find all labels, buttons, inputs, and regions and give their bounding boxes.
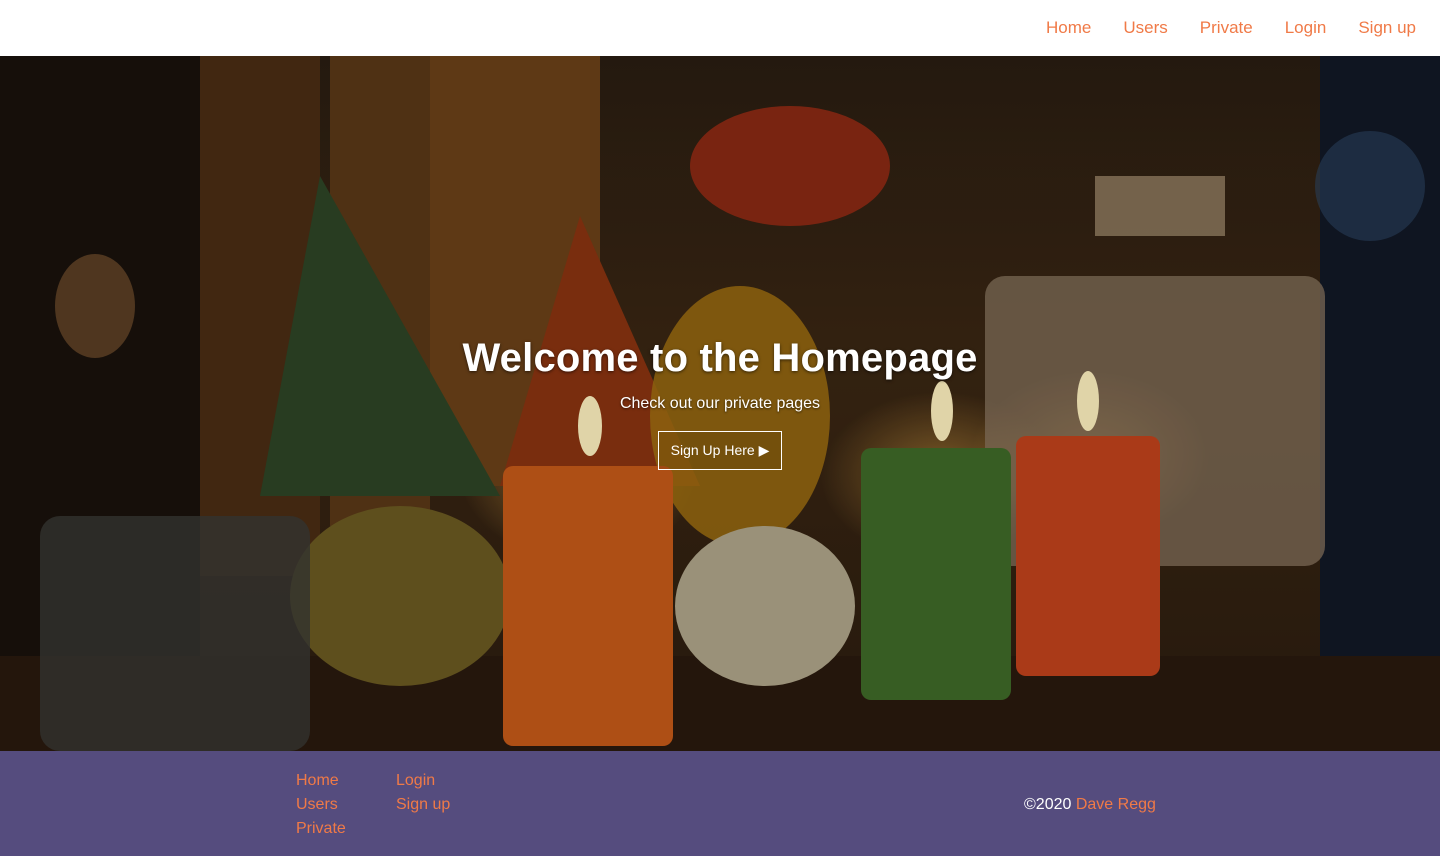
hero-subtitle: Check out our private pages xyxy=(619,395,821,412)
play-arrow-icon: ▶ xyxy=(758,442,770,458)
nav-login-link[interactable]: Login xyxy=(1285,18,1327,38)
footer: Home Users Private Login Sign up ©2020 D… xyxy=(0,751,1440,856)
nav-home-link[interactable]: Home xyxy=(1046,18,1091,38)
footer-signup-link[interactable]: Sign up xyxy=(396,793,450,817)
author-link[interactable]: Dave Regg xyxy=(1076,796,1156,813)
footer-private-link[interactable]: Private xyxy=(296,817,346,841)
copyright-year: ©2020 xyxy=(1024,796,1072,813)
top-navigation: Home Users Private Login Sign up xyxy=(0,0,1440,56)
nav-signup-link[interactable]: Sign up xyxy=(1358,18,1416,38)
footer-links-column-1: Home Users Private xyxy=(296,769,346,841)
nav-users-link[interactable]: Users xyxy=(1123,18,1167,38)
copyright: ©2020 Dave Regg xyxy=(1024,793,1156,817)
hero-content: Welcome to the Homepage Check out our pr… xyxy=(0,336,1440,470)
nav-private-link[interactable]: Private xyxy=(1200,18,1253,38)
hero-banner: Welcome to the Homepage Check out our pr… xyxy=(0,56,1440,751)
signup-here-label: Sign Up Here xyxy=(670,442,755,458)
hero-title: Welcome to the Homepage xyxy=(462,336,978,380)
footer-users-link[interactable]: Users xyxy=(296,793,346,817)
footer-links-column-2: Login Sign up xyxy=(396,769,450,817)
signup-here-button[interactable]: Sign Up Here ▶ xyxy=(657,431,783,470)
footer-home-link[interactable]: Home xyxy=(296,769,346,793)
footer-login-link[interactable]: Login xyxy=(396,769,450,793)
